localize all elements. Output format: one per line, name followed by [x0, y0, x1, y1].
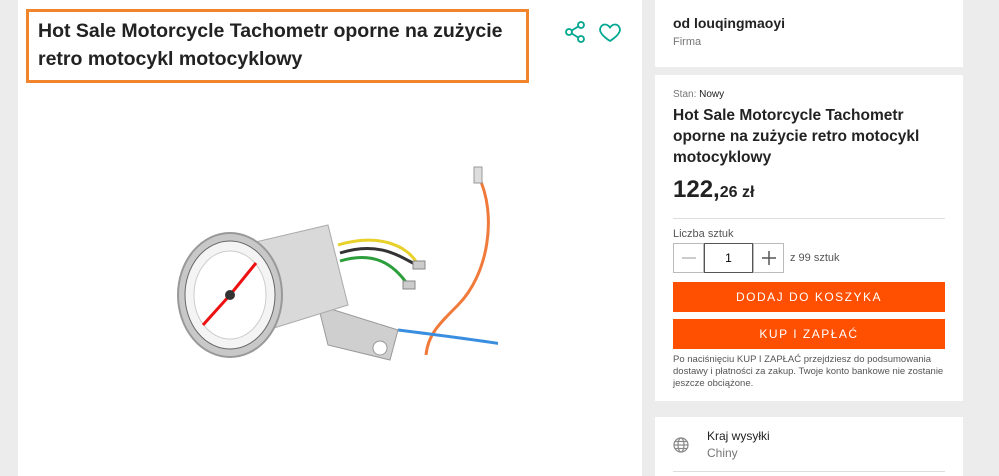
condition-value: Nowy — [699, 89, 725, 100]
share-icon[interactable] — [563, 20, 587, 44]
quantity-label: Liczba sztuk — [673, 228, 734, 240]
shipping-country-label: Kraj wysyłki — [707, 429, 770, 443]
shipping-info: Kraj wysyłki Chiny — [707, 429, 770, 464]
globe-icon — [673, 437, 689, 453]
product-image[interactable] — [158, 155, 498, 395]
product-title-box: Hot Sale Motorcycle Tachometr oporne na … — [26, 9, 529, 83]
condition-label: Stan: — [673, 89, 697, 100]
price-decimal: 26 zł — [719, 184, 755, 201]
product-title: Hot Sale Motorcycle Tachometr oporne na … — [38, 20, 503, 70]
buy-box: Stan: Nowy Hot Sale Motorcycle Tachometr… — [655, 75, 963, 401]
minus-icon — [681, 257, 696, 259]
seller-name[interactable]: od louqingmaoyi — [673, 15, 945, 31]
divider — [673, 218, 945, 219]
price: 122,26 zł — [673, 176, 945, 204]
quantity-available: z 99 sztuk — [790, 252, 840, 264]
plus-icon — [761, 251, 776, 265]
decrease-quantity-button[interactable] — [673, 243, 704, 273]
divider — [673, 471, 945, 472]
shipping-card: Kraj wysyłki Chiny — [655, 417, 963, 476]
seller-type: Firma — [673, 36, 702, 48]
seller-card: od louqingmaoyi Firma — [655, 0, 963, 67]
increase-quantity-button[interactable] — [753, 243, 784, 273]
shipping-country-value: Chiny — [707, 446, 738, 460]
purchase-disclaimer: Po naciśnięciu KUP I ZAPŁAĆ przejdziesz … — [673, 354, 944, 389]
quantity-input[interactable] — [704, 243, 753, 273]
add-to-cart-button[interactable]: DODAJ DO KOSZYKA — [673, 282, 945, 312]
price-integer: 122, — [673, 176, 720, 203]
buy-now-button[interactable]: KUP I ZAPŁAĆ — [673, 319, 945, 349]
heart-icon[interactable] — [598, 20, 622, 44]
product-gallery-panel: Hot Sale Motorcycle Tachometr oporne na … — [18, 0, 642, 476]
quantity-stepper: z 99 sztuk — [673, 243, 945, 273]
condition: Stan: Nowy — [673, 89, 945, 100]
offer-title: Hot Sale Motorcycle Tachometr oporne na … — [673, 107, 920, 166]
